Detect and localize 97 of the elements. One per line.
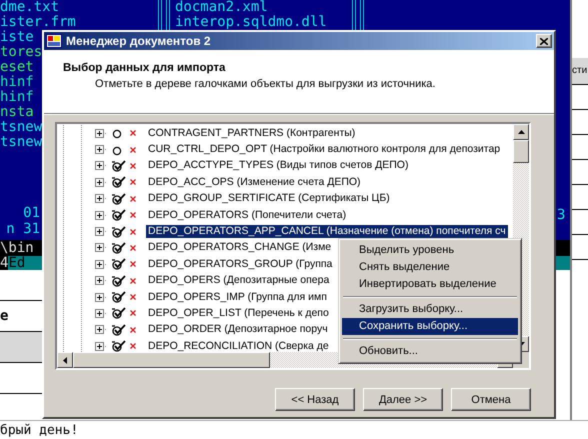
tree-item[interactable]: DEPO_OPERATORS_APP_CANCEL (Назначение (отмена) попечителя сч: [146, 225, 508, 238]
close-icon[interactable]: [540, 38, 548, 44]
scrollbar-thumb[interactable]: [73, 352, 270, 368]
file-name[interactable]: eset: [0, 60, 34, 75]
cross-icon: [130, 343, 136, 350]
tree-item[interactable]: DEPO_OPERS (Депозитарные опера: [146, 274, 332, 288]
tree-item[interactable]: DEPO_GROUP_SERTIFICATE (Сертификаты ЦБ): [146, 192, 392, 206]
cross-icon: [130, 212, 136, 218]
window-title: Менеджер документов 2: [66, 34, 212, 48]
dialog-button[interactable]: Далее >>: [363, 388, 443, 411]
expand-icon[interactable]: [95, 145, 104, 154]
checked-icon[interactable]: [112, 160, 126, 172]
cross-icon: [130, 278, 136, 284]
app-icon: [46, 34, 62, 48]
expand-icon[interactable]: [95, 243, 104, 252]
checked-icon[interactable]: [112, 307, 126, 320]
checked-icon[interactable]: [112, 176, 126, 188]
table-cell: e: [0, 308, 8, 324]
cross-icon: [130, 294, 136, 300]
expand-icon[interactable]: [95, 178, 104, 187]
tree-item[interactable]: DEPO_ACCTYPE_TYPES (Виды типов счетов ДЕПО): [146, 159, 410, 172]
cross-icon: [130, 244, 136, 251]
file-name[interactable]: nsta: [0, 105, 34, 120]
checked-icon[interactable]: [112, 258, 126, 270]
expand-icon[interactable]: [95, 227, 104, 236]
tree-item[interactable]: CONTRAGENT_PARTNERS (Контрагенты): [146, 126, 358, 140]
expand-icon[interactable]: [95, 260, 104, 269]
cross-icon: [130, 162, 136, 169]
tree-item[interactable]: DEPO_OPERATORS_GROUP (Группа: [146, 258, 334, 271]
tree-item[interactable]: DEPO_OPERATORS (Попечители счета): [146, 208, 348, 222]
menu-item[interactable]: Снять выделение: [342, 259, 518, 276]
file-name[interactable]: hinf: [0, 75, 34, 90]
tree-item[interactable]: DEPO_OPERS_IMP (Группа для имп: [146, 290, 329, 304]
expand-icon[interactable]: [95, 161, 104, 170]
menu-item[interactable]: Сохранить выборку...: [342, 318, 518, 335]
checked-icon[interactable]: [112, 209, 126, 222]
menu-item[interactable]: Выделить уровень: [342, 242, 518, 259]
tree-item[interactable]: DEPO_ACC_OPS (Изменение счета ДЕПО): [146, 176, 363, 189]
file-name[interactable]: iste: [0, 30, 34, 45]
file-name[interactable]: tores: [0, 45, 42, 60]
menu-item[interactable]: Инвертировать выделение: [342, 276, 518, 293]
panel-info: 01: [23, 205, 40, 221]
expand-icon[interactable]: [95, 325, 104, 334]
expand-icon[interactable]: [95, 342, 104, 351]
command-path: \bin: [0, 240, 34, 256]
page-heading: Выбор данных для импорта: [63, 62, 226, 74]
checked-icon[interactable]: [112, 226, 126, 238]
file-name[interactable]: ister.frm: [0, 15, 76, 30]
tree-item[interactable]: DEPO_OPERATORS_CHANGE (Изме: [146, 241, 334, 254]
cross-icon: [130, 310, 136, 316]
checked-icon[interactable]: [112, 274, 126, 287]
tree-item[interactable]: CUR_CTRL_DEPO_OPT (Настройки валютного контроля для депозитар: [146, 143, 502, 156]
scroll-up-button[interactable]: [513, 124, 529, 140]
file-name[interactable]: interop.sqldmo.dll: [175, 15, 327, 30]
expand-icon[interactable]: [95, 308, 104, 318]
tree-item[interactable]: DEPO_ORDER (Депозитарное поруч: [146, 323, 330, 336]
expand-icon[interactable]: [95, 128, 104, 138]
cross-icon: [130, 326, 136, 333]
file-name[interactable]: tsnew: [0, 120, 42, 135]
close-button[interactable]: [536, 34, 552, 48]
expand-icon[interactable]: [95, 276, 104, 286]
cross-icon: [130, 196, 136, 202]
expand-icon[interactable]: [95, 292, 104, 302]
file-name[interactable]: hinf: [0, 90, 34, 105]
tree-item[interactable]: DEPO_RECONCILIATION (Сверка де: [146, 340, 331, 352]
scroll-left-button[interactable]: [57, 352, 73, 368]
cross-icon: [130, 130, 136, 136]
cross-icon: [130, 261, 136, 268]
checked-icon[interactable]: [112, 340, 126, 352]
menu-item[interactable]: Обновить...: [342, 343, 518, 360]
checked-icon[interactable]: [112, 324, 126, 336]
checked-icon[interactable]: [112, 242, 126, 254]
dialog-button[interactable]: << Назад: [275, 388, 355, 411]
table-row: [0, 332, 45, 363]
file-name[interactable]: dme.txt: [0, 0, 60, 15]
key-label[interactable]: Ed: [8, 256, 26, 270]
console-text: брый день!: [0, 423, 78, 438]
cross-icon: [130, 179, 136, 186]
scrollbar-thumb[interactable]: [513, 140, 529, 163]
panel-info: 3: [557, 207, 566, 223]
column-header: сти: [572, 64, 588, 78]
checked-icon[interactable]: [112, 192, 126, 205]
checked-icon[interactable]: [112, 291, 126, 304]
up-arrow-icon[interactable]: [518, 130, 524, 134]
expand-icon[interactable]: [95, 194, 104, 204]
left-arrow-icon[interactable]: [63, 356, 67, 364]
menu-item[interactable]: Загрузить выборку...: [342, 301, 518, 318]
panel-info: n 31: [6, 221, 40, 237]
file-name[interactable]: docman2.xml: [175, 0, 268, 15]
file-name[interactable]: tsnew: [0, 135, 42, 150]
key-number: 4: [0, 256, 8, 270]
cross-icon: [130, 146, 136, 153]
expand-icon[interactable]: [95, 210, 104, 220]
dialog-button[interactable]: Отмена: [451, 388, 531, 411]
cross-icon: [130, 228, 136, 235]
tree-item[interactable]: DEPO_OPER_LIST (Перечень к депо: [146, 306, 331, 320]
page-subtitle: Отметьте в дереве галочками объекты для выгрузки из источника.: [94, 78, 436, 90]
